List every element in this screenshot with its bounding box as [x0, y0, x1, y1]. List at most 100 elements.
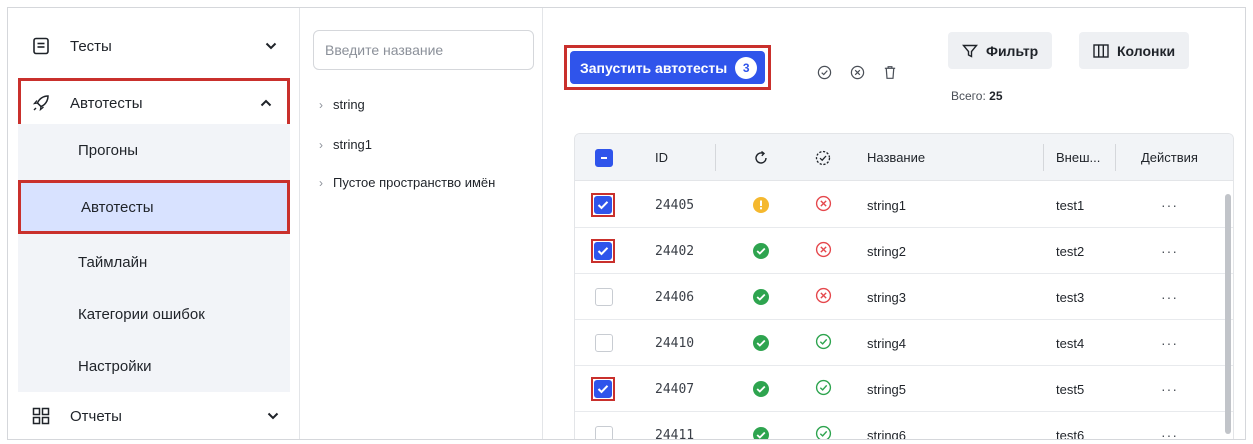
row-name[interactable]: string6	[867, 412, 906, 440]
failed-circle-icon	[815, 287, 832, 307]
sidebar-item-label: Автотесты	[70, 94, 143, 112]
document-list-icon	[30, 35, 52, 57]
success-status-icon	[753, 381, 769, 397]
row-checkbox[interactable]	[595, 288, 613, 306]
column-separator[interactable]	[1043, 144, 1044, 171]
row-name[interactable]: string2	[867, 228, 906, 274]
sidebar-subitem-timeline[interactable]: Таймлайн	[18, 236, 290, 288]
row-id: 24411	[655, 427, 695, 440]
sidebar-subitem-label: Настройки	[78, 357, 152, 375]
row-actions-menu[interactable]: ···	[1161, 182, 1178, 228]
total-count: Всего: 25	[951, 89, 1003, 103]
trash-icon[interactable]	[882, 64, 898, 80]
tree-node[interactable]: › string1	[319, 137, 372, 152]
column-header-name[interactable]: Название	[867, 134, 925, 181]
row-id: 24407	[655, 381, 695, 397]
refresh-icon[interactable]	[753, 134, 769, 181]
total-value: 25	[989, 89, 1003, 103]
select-all-checkbox[interactable]	[595, 134, 613, 181]
row-actions-menu[interactable]: ···	[1161, 320, 1178, 366]
column-header-actions: Действия	[1141, 150, 1198, 165]
run-autotests-button[interactable]: Запустить автотесты 3	[570, 51, 766, 84]
columns-label: Колонки	[1117, 42, 1176, 59]
passed-circle-icon	[815, 425, 832, 439]
vertical-scrollbar[interactable]	[1225, 194, 1231, 434]
table-row[interactable]: 24406 string3 test3 ···	[575, 274, 1233, 320]
cancel-circle-icon[interactable]	[849, 64, 865, 80]
tree-search-input[interactable]	[313, 30, 534, 70]
table-row[interactable]: 24402 string2 test2 ···	[575, 228, 1233, 274]
sidebar-item-tests[interactable]: Тесты	[18, 26, 298, 66]
chevron-up-icon	[259, 96, 273, 110]
tree-node-label: Пустое пространство имён	[333, 175, 496, 190]
row-external-id: test2	[1056, 243, 1085, 259]
sidebar-subitem-error-categories[interactable]: Категории ошибок	[18, 288, 290, 340]
row-checkbox[interactable]	[595, 426, 613, 439]
filter-button[interactable]: Фильтр	[948, 32, 1053, 69]
table-row[interactable]: 24411 string6 test6 ···	[575, 412, 1233, 440]
tree-node[interactable]: › Пустое пространство имён	[319, 175, 495, 190]
sidebar: Тесты Автотесты Прогоны Автотесты Таймла…	[8, 8, 300, 439]
row-name[interactable]: string1	[867, 182, 906, 228]
failed-circle-icon	[815, 241, 832, 261]
column-header-external[interactable]: Внеш...	[1056, 134, 1100, 181]
columns-icon	[1093, 43, 1109, 58]
total-label: Всего:	[951, 89, 986, 103]
row-id: 24406	[655, 289, 695, 305]
sidebar-subitem-autotests[interactable]: Автотесты	[18, 180, 290, 234]
chevron-down-icon	[264, 39, 278, 53]
row-name[interactable]: string4	[867, 320, 906, 366]
success-status-icon	[753, 243, 769, 259]
sidebar-subitem-label: Прогоны	[78, 141, 139, 159]
row-actions-menu[interactable]: ···	[1161, 228, 1178, 274]
rocket-icon	[30, 92, 52, 114]
row-actions-menu[interactable]: ···	[1161, 366, 1178, 412]
row-checkbox-highlight	[591, 239, 615, 263]
sidebar-item-label: Тесты	[70, 37, 112, 55]
row-checkbox[interactable]	[594, 380, 612, 398]
row-actions-menu[interactable]: ···	[1161, 412, 1178, 439]
column-separator[interactable]	[1115, 144, 1116, 171]
autotests-submenu: Прогоны Автотесты Таймлайн Категории оши…	[18, 124, 290, 392]
row-external-id: test5	[1056, 381, 1085, 397]
table-header: ID Название Внеш... Действия	[575, 134, 1233, 181]
table-row[interactable]: 24407 string5 test5 ···	[575, 366, 1233, 412]
tree-node-label: string1	[333, 137, 373, 152]
table-row[interactable]: 24405 string1 test1 ···	[575, 182, 1233, 228]
run-autotests-label: Запустить автотесты	[580, 59, 728, 76]
row-checkbox[interactable]	[594, 242, 612, 260]
column-header-id[interactable]: ID	[655, 134, 668, 181]
filter-icon	[962, 43, 978, 59]
row-external-id: test6	[1056, 427, 1085, 440]
sidebar-item-autotests[interactable]: Автотесты	[18, 78, 290, 128]
column-separator[interactable]	[715, 144, 716, 171]
check-icon	[597, 247, 609, 256]
table-row[interactable]: 24410 string4 test4 ···	[575, 320, 1233, 366]
sidebar-item-reports[interactable]: Отчеты	[18, 396, 290, 436]
row-name[interactable]: string5	[867, 366, 906, 412]
row-checkbox-highlight	[591, 377, 615, 401]
success-status-icon	[753, 335, 769, 351]
sidebar-subitem-settings[interactable]: Настройки	[18, 340, 290, 392]
row-id: 24405	[655, 197, 695, 213]
chevron-right-icon: ›	[319, 137, 323, 152]
progress-circle-icon[interactable]	[815, 134, 831, 181]
main-content: Запустить автотесты 3 Фильтр Колонки Все…	[544, 8, 1245, 440]
grid-icon	[30, 405, 52, 427]
passed-circle-icon	[815, 333, 832, 353]
app-window: Тесты Автотесты Прогоны Автотесты Таймла…	[7, 7, 1246, 440]
chevron-down-icon	[266, 409, 280, 423]
check-circle-icon[interactable]	[816, 64, 832, 80]
row-checkbox[interactable]	[595, 334, 613, 352]
row-actions-menu[interactable]: ···	[1161, 274, 1178, 320]
row-checkbox[interactable]	[594, 196, 612, 214]
autotests-table: ID Название Внеш... Действия 24405 string…	[574, 133, 1234, 440]
tree-node[interactable]: › string	[319, 97, 365, 112]
check-icon	[597, 385, 609, 394]
sidebar-subitem-runs[interactable]: Прогоны	[18, 124, 290, 176]
columns-button[interactable]: Колонки	[1079, 32, 1190, 69]
row-external-id: test1	[1056, 197, 1085, 213]
selected-count-badge: 3	[735, 56, 758, 79]
row-name[interactable]: string3	[867, 274, 906, 320]
namespace-tree-panel: › string › string1 › Пустое пространство…	[301, 8, 543, 439]
